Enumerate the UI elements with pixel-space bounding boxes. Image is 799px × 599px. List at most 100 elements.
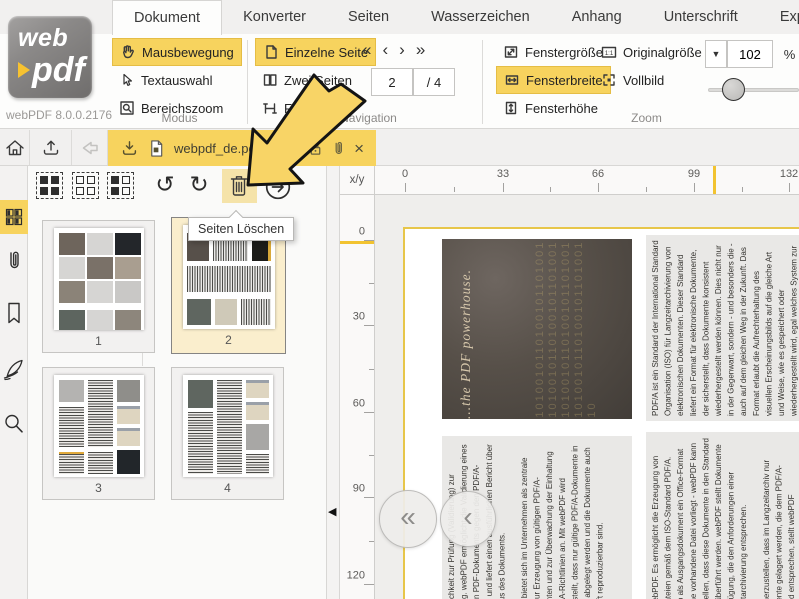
tab-anhang[interactable]: Anhang (551, 0, 643, 34)
ruler-position-marker (713, 166, 716, 195)
originalgroesse-label: Originalgröße (623, 45, 702, 60)
tab-konverter[interactable]: Konverter (222, 0, 327, 34)
left-sidebar (0, 166, 28, 599)
textauswahl-button[interactable]: Textauswahl (112, 66, 220, 94)
home-button[interactable] (0, 130, 30, 165)
vollbild-label: Vollbild (623, 73, 664, 88)
redo-button[interactable]: ↻ (184, 170, 214, 200)
zwei-seiten-button[interactable]: Zwei Seiten (255, 66, 359, 94)
zoom-slider-thumb[interactable] (722, 78, 745, 101)
undo-icon: ↺ (155, 174, 174, 197)
app-version: webPDF 8.0.0.2176 (6, 108, 112, 122)
tab-unterschrift[interactable]: Unterschrift (643, 0, 759, 34)
document-tab-webpdf-de[interactable]: webpdf_de.pdf × (108, 130, 376, 166)
hand-icon (120, 44, 136, 60)
last-page-icon[interactable]: » (416, 40, 425, 60)
h-ruler-tick-label: 99 (688, 168, 700, 180)
modus-group-label: Modus (112, 111, 247, 125)
tab-seiten[interactable]: Seiten (327, 0, 410, 34)
trash-icon (227, 173, 251, 199)
v-ruler-tick-label: 90 (353, 483, 365, 495)
einzelne-seite-button[interactable]: Einzelne Seite (255, 38, 376, 66)
fullscreen-icon (601, 72, 617, 88)
page-thumbnail-1[interactable]: 1 (42, 220, 155, 353)
undo-button[interactable]: ↺ (150, 170, 180, 200)
originalgroesse-button[interactable]: 1:1 Originalgröße (594, 38, 709, 66)
tab-wasserzeichen[interactable]: Wasserzeichen (410, 0, 551, 34)
previous-page-overlay-button[interactable]: ‹ (440, 491, 496, 547)
two-pages-icon (262, 72, 278, 88)
page-3-preview (54, 375, 144, 477)
double-chevron-left-icon: « (400, 503, 416, 531)
sidebar-item-attachments[interactable] (0, 243, 28, 277)
logo-play-triangle-icon (18, 62, 30, 78)
tab-dokument[interactable]: Dokument (112, 0, 222, 35)
delete-pages-button[interactable] (222, 169, 257, 203)
deselect-pages-button[interactable] (72, 172, 99, 199)
zoom-value-input[interactable] (727, 40, 773, 68)
collapse-panel-icon[interactable]: ◀ (328, 505, 336, 518)
lock-icon[interactable] (308, 140, 323, 157)
vollbild-button[interactable]: Vollbild (594, 66, 671, 94)
page-thumbnails-icon (4, 207, 24, 227)
document-title: webpdf_de.pdf (174, 141, 299, 156)
first-page-overlay-button[interactable]: « (379, 490, 437, 548)
navigation-group-label: Navigation (255, 111, 482, 125)
tab-export[interactable]: Export (759, 0, 799, 34)
next-page-icon[interactable]: › (399, 40, 405, 60)
einzelne-seite-label: Einzelne Seite (285, 45, 368, 60)
redo-icon: ↻ (189, 174, 208, 197)
page-text-block-bottom-right: auch webPDF. Es ermöglicht die Erzeugung… (646, 432, 799, 599)
page-total-label: / 4 (413, 68, 455, 96)
horizontal-ruler: 0 33 66 99 132 (375, 166, 799, 195)
mausbewegung-button[interactable]: Mausbewegung (112, 38, 242, 66)
upload-button[interactable] (30, 130, 72, 165)
sidebar-item-search[interactable] (0, 406, 28, 444)
page-thumbnail-4[interactable]: 4 (171, 367, 284, 500)
zoom-dropdown-button[interactable]: ▼ (705, 40, 727, 68)
pdf-file-icon (148, 139, 165, 158)
page-hero-image: 0110100101101001011010010110100101101001… (442, 239, 632, 419)
quill-feather-icon (2, 356, 26, 382)
sidebar-item-bookmarks[interactable] (0, 296, 28, 330)
h-ruler-tick-label: 66 (592, 168, 604, 180)
paperclip-icon[interactable] (332, 139, 345, 157)
close-icon[interactable]: × (354, 140, 364, 157)
v-ruler-tick-label: 30 (353, 311, 365, 323)
document-tabbar: webpdf_de.pdf × (0, 130, 799, 166)
page-number-input[interactable] (371, 68, 413, 96)
page-number-label: 1 (95, 334, 102, 348)
ruler-position-marker (340, 241, 375, 244)
fensterbreite-label: Fensterbreite (526, 73, 603, 88)
v-ruler-tick-label: 120 (347, 570, 365, 582)
download-document-icon[interactable] (120, 139, 139, 158)
fenstergroesse-label: Fenstergröße (525, 45, 603, 60)
v-ruler-tick-label: 60 (353, 398, 365, 410)
sidebar-item-thumbnails[interactable] (0, 200, 28, 234)
group-divider (247, 40, 248, 124)
previous-page-icon[interactable]: ‹ (382, 40, 388, 60)
h-ruler-tick-label: 33 (497, 168, 509, 180)
document-canvas[interactable]: 0110100101101001011010010110100101101001… (375, 195, 799, 599)
invert-selection-button[interactable] (107, 172, 134, 199)
select-all-pages-button[interactable] (36, 172, 63, 199)
page-thumbnail-3[interactable]: 3 (42, 367, 155, 500)
apply-forward-button[interactable] (262, 171, 294, 203)
back-arrow-icon (79, 137, 101, 159)
fenstergroesse-button[interactable]: Fenstergröße (496, 38, 610, 66)
ribbon-tabs: Dokument Konverter Seiten Wasserzeichen … (112, 0, 799, 34)
deselect-pages-icon (72, 172, 99, 199)
panel-splitter[interactable] (326, 166, 340, 599)
cursor-icon (119, 72, 135, 88)
paperclip-icon (6, 248, 22, 272)
sidebar-item-signature[interactable] (0, 350, 28, 388)
single-page-icon (263, 44, 279, 60)
window-size-icon (503, 44, 519, 60)
ruler-corner: x/y (340, 166, 375, 195)
first-page-icon[interactable]: « (362, 40, 371, 60)
select-all-pages-icon (36, 172, 63, 199)
mausbewegung-label: Mausbewegung (142, 45, 234, 60)
back-button[interactable] (72, 130, 108, 165)
zoom-percent-label: % (773, 40, 799, 68)
original-size-icon: 1:1 (601, 44, 617, 60)
